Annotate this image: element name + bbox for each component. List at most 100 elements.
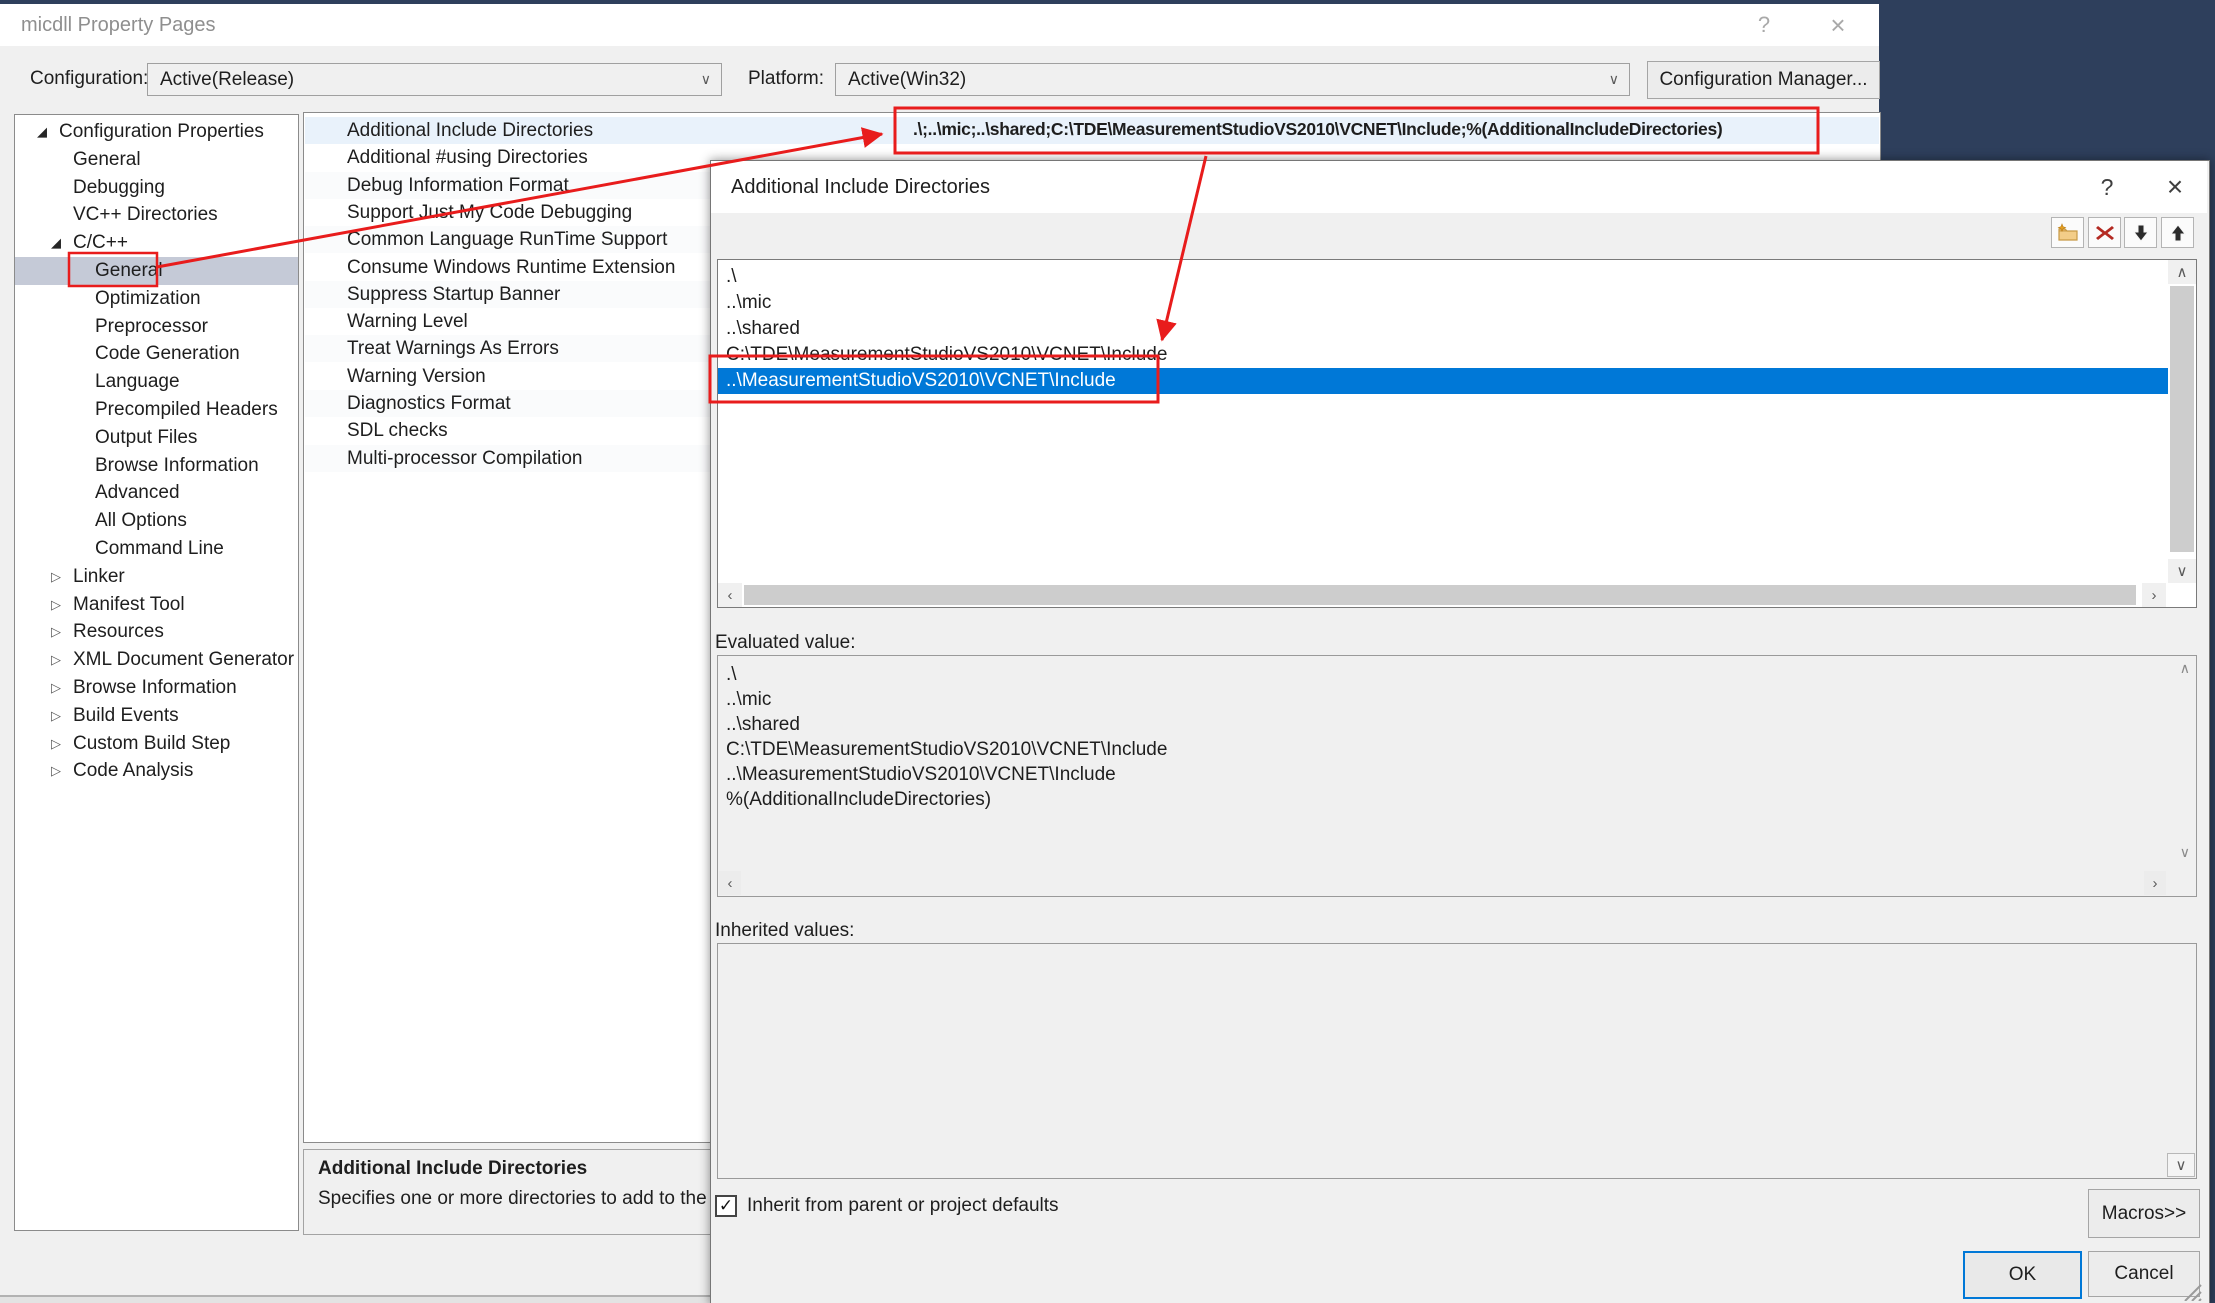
delete-line-button[interactable] [2088, 217, 2121, 248]
tree-item-vc-directories[interactable]: VC++ Directories [15, 201, 298, 229]
tree-item-label: Advanced [95, 479, 180, 507]
collapsed-expander-icon[interactable]: ▷ [51, 702, 61, 730]
close-icon[interactable]: × [1816, 4, 1860, 46]
tree-item-label: Output Files [95, 424, 197, 452]
collapsed-expander-icon[interactable]: ▷ [51, 646, 61, 674]
evaluated-line: C:\TDE\MeasurementStudioVS2010\VCNET\Inc… [718, 737, 2204, 762]
configuration-dropdown[interactable]: Active(Release) ∨ [147, 63, 722, 96]
property-name: Additional #using Directories [347, 144, 588, 171]
red-x-icon [2095, 224, 2115, 242]
tree-item-label: Custom Build Step [73, 730, 230, 758]
property-name: Common Language RunTime Support [347, 226, 667, 253]
directory-path: ..\mic [718, 292, 771, 313]
directory-item[interactable]: .\ [718, 264, 2168, 290]
tree-item-label: Code Generation [95, 340, 240, 368]
scroll-down-icon[interactable]: ∨ [2180, 844, 2190, 861]
inherited-values-label: Inherited values: [715, 919, 854, 943]
tree-item-advanced[interactable]: Advanced [15, 479, 298, 507]
tree-item-language[interactable]: Language [15, 368, 298, 396]
collapsed-expander-icon[interactable]: ▷ [51, 618, 61, 646]
tree-item-build-events[interactable]: ▷ Build Events [15, 702, 298, 730]
tree-item-manifest-tool[interactable]: ▷ Manifest Tool [15, 591, 298, 619]
tree-item-label: Code Analysis [73, 757, 193, 785]
resize-grip[interactable] [2181, 1283, 2203, 1301]
property-value-field[interactable]: .\;..\mic;..\shared;C:\TDE\MeasurementSt… [913, 115, 1818, 143]
tree-item-general[interactable]: General [15, 257, 298, 285]
tree-item-xml-document-generator[interactable]: ▷ XML Document Generator [15, 646, 298, 674]
platform-dropdown[interactable]: Active(Win32) ∨ [835, 63, 1630, 96]
macros-button[interactable]: Macros>> [2088, 1189, 2200, 1238]
evaluated-value-box[interactable]: .\..\mic..\sharedC:\TDE\MeasurementStudi… [717, 655, 2197, 897]
property-name: Suppress Startup Banner [347, 281, 560, 308]
tree-item-code-analysis[interactable]: ▷ Code Analysis [15, 757, 298, 785]
tree-item-debugging[interactable]: Debugging [15, 174, 298, 202]
directory-item-selected[interactable]: ..\MeasurementStudioVS2010\VCNET\Include [718, 368, 2168, 394]
tree-item-label: Optimization [95, 285, 201, 313]
main-title-bar: micdll Property Pages ? × [0, 4, 1879, 46]
configuration-label: Configuration: [30, 60, 148, 97]
move-down-button[interactable] [2124, 217, 2157, 248]
expanded-expander-icon[interactable]: ◢ [51, 229, 61, 257]
expanded-expander-icon[interactable]: ◢ [37, 118, 47, 146]
scroll-left-icon[interactable]: ‹ [719, 871, 741, 895]
tree-item-browse-information[interactable]: ▷Browse Information [15, 674, 298, 702]
ok-button[interactable]: OK [1963, 1251, 2082, 1299]
tree-item-preprocessor[interactable]: Preprocessor [15, 313, 298, 341]
tree-item-custom-build-step[interactable]: ▷ Custom Build Step [15, 730, 298, 758]
vertical-scrollbar-thumb[interactable] [2170, 286, 2194, 552]
inherit-defaults-checkbox[interactable]: ✓ [715, 1195, 737, 1217]
collapsed-expander-icon[interactable]: ▷ [51, 563, 61, 591]
collapsed-expander-icon[interactable]: ▷ [51, 674, 61, 702]
directory-item[interactable]: ..\shared [718, 316, 2168, 342]
directory-item[interactable]: ..\mic [718, 290, 2168, 316]
tree-item-command-line[interactable]: Command Line [15, 535, 298, 563]
tree-item-code-generation[interactable]: Code Generation [15, 340, 298, 368]
horizontal-scrollbar-thumb[interactable] [744, 585, 2136, 605]
tree-item-optimization[interactable]: Optimization [15, 285, 298, 313]
tree-item-output-files[interactable]: Output Files [15, 424, 298, 452]
scroll-left-icon[interactable]: ‹ [718, 583, 742, 607]
new-line-button[interactable] [2051, 217, 2084, 248]
inherit-defaults-label: Inherit from parent or project defaults [747, 1195, 1059, 1217]
configuration-value: Active(Release) [160, 69, 294, 90]
collapsed-expander-icon[interactable]: ▷ [51, 757, 61, 785]
tree-item-label: Build Events [73, 702, 179, 730]
property-name: Support Just My Code Debugging [347, 199, 632, 226]
property-name: SDL checks [347, 417, 448, 444]
property-name: Debug Information Format [347, 172, 569, 199]
scroll-right-icon[interactable]: › [2144, 871, 2166, 895]
scroll-up-icon[interactable]: ∧ [2180, 660, 2190, 677]
scroll-right-icon[interactable]: › [2142, 583, 2166, 607]
scroll-down-icon[interactable]: ∨ [2168, 559, 2196, 583]
chevron-down-icon: ∨ [701, 64, 711, 95]
platform-label: Platform: [748, 60, 824, 97]
scroll-up-icon[interactable]: ∧ [2168, 260, 2196, 284]
tree-item-general[interactable]: General [15, 146, 298, 174]
tree-item-all-options[interactable]: All Options [15, 507, 298, 535]
window-title: micdll Property Pages [21, 4, 216, 46]
tree-item-precompiled-headers[interactable]: Precompiled Headers [15, 396, 298, 424]
move-up-button[interactable] [2161, 217, 2194, 248]
scroll-down-icon[interactable]: ∨ [2167, 1153, 2195, 1177]
collapsed-expander-icon[interactable]: ▷ [51, 591, 61, 619]
tree-item-resources[interactable]: ▷Resources [15, 618, 298, 646]
tree-item-label: XML Document Generator [73, 646, 294, 674]
tree-item-browse-information[interactable]: Browse Information [15, 452, 298, 480]
tree-item-label: Command Line [95, 535, 224, 563]
help-icon[interactable]: ? [2087, 161, 2127, 213]
tree-item-label: Precompiled Headers [95, 396, 278, 424]
directories-listbox[interactable]: .\..\mic ..\sharedC:\TDE\MeasurementStudi… [717, 259, 2197, 608]
collapsed-expander-icon[interactable]: ▷ [51, 730, 61, 758]
screenshot-stage: micdll Property Pages ? × Configuration:… [0, 0, 2215, 1303]
configuration-manager-button[interactable]: Configuration Manager... [1647, 61, 1880, 99]
evaluated-value-label: Evaluated value: [715, 631, 856, 655]
tree-item-label: Manifest Tool [73, 591, 185, 619]
directory-item[interactable]: C:\TDE\MeasurementStudioVS2010\VCNET\Inc… [718, 342, 2168, 368]
tree-item-configuration-properties[interactable]: ◢Configuration Properties [15, 118, 298, 146]
close-icon[interactable]: × [2155, 161, 2195, 213]
tree-item-c-c[interactable]: ◢C/C++ [15, 229, 298, 257]
inherited-values-box[interactable]: ∨ [717, 943, 2197, 1179]
help-icon[interactable]: ? [1742, 4, 1786, 46]
arrow-up-icon [2168, 223, 2188, 243]
tree-item-linker[interactable]: ▷Linker [15, 563, 298, 591]
